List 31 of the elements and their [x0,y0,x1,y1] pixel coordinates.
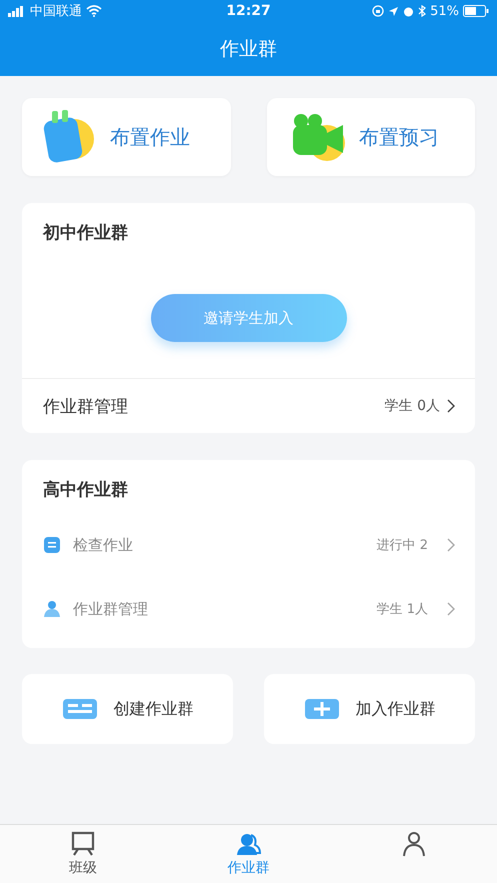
plus-icon [304,698,340,720]
battery-percent: 51% [430,4,460,18]
people-icon [236,831,262,857]
group-menu-item[interactable]: 检查作业 进行中 2 [22,513,475,577]
chevron-right-icon [446,399,455,413]
tab[interactable]: 班级 [0,825,166,883]
quick-action-button[interactable]: 布置作业 [22,98,231,176]
battery-icon [463,5,490,17]
person-icon [43,600,61,618]
wifi-icon [86,5,102,17]
tab[interactable]: 作业群 [166,825,332,883]
location-icon [388,6,400,16]
card-icon [62,698,98,720]
chevron-right-icon [446,538,455,552]
group-title: 初中作业群 [42,222,129,244]
quick-action-button[interactable]: 布置预习 [267,98,475,176]
carrier-name: 中国联通 [30,3,82,20]
group-menu-item[interactable]: 作业群管理 学生 1人 [22,577,475,641]
signal-icon [8,6,26,16]
chevron-right-icon [446,602,455,616]
group-action-button[interactable]: 加入作业群 [264,674,475,744]
bluetooth-icon [418,5,426,17]
group-action-button[interactable]: 创建作业群 [22,674,233,744]
easel-icon [70,831,96,857]
document-icon [43,536,61,554]
page-title: 作业群 [220,37,277,62]
clock: 12:27 [226,3,271,19]
lock-rotation-icon [372,5,384,17]
group-menu-item[interactable]: 作业群管理 学生 0人 [22,378,475,433]
person-icon [401,831,428,857]
group-title: 高中作业群 [42,479,129,501]
